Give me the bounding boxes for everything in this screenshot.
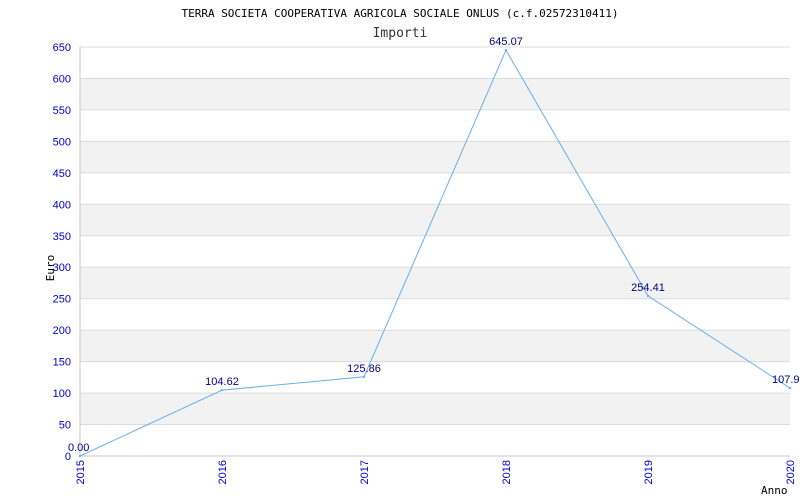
x-tick-label: 2019 [643, 460, 655, 484]
chart-title: TERRA SOCIETA COOPERATIVA AGRICOLA SOCIA… [181, 7, 618, 20]
x-tick-label: 2015 [75, 460, 87, 484]
data-point [78, 454, 82, 458]
y-tick-label: 150 [53, 357, 71, 369]
data-label: 107.93 [772, 374, 800, 386]
x-tick-label: 2018 [501, 460, 513, 484]
x-tick-label: 2017 [359, 460, 371, 484]
data-label: 125.86 [347, 363, 381, 375]
x-tick-label: 2016 [217, 460, 229, 484]
y-tick-label: 100 [53, 388, 71, 400]
data-label: 0.00 [68, 442, 89, 454]
y-tick-label: 550 [53, 105, 71, 117]
data-label: 254.41 [631, 282, 665, 294]
y-axis-label: Euro [44, 255, 57, 282]
y-tick-label: 400 [53, 199, 71, 211]
plot-bands [80, 78, 790, 425]
chart-subtitle: Importi [373, 26, 428, 41]
y-tick-labels: 050100150200250300350400450500550600650 [53, 42, 71, 463]
x-tick-label: 2020 [785, 460, 797, 484]
plot-band [80, 330, 790, 362]
x-axis-label: Anno [761, 484, 788, 497]
y-tick-label: 500 [53, 136, 71, 148]
x-tick-labels: 2015 2016 2017 2018 2019 2020 [75, 460, 797, 484]
data-point [504, 48, 508, 52]
plot-band [80, 267, 790, 299]
y-tick-label: 50 [59, 420, 71, 432]
y-tick-label: 250 [53, 294, 71, 306]
data-point [788, 386, 792, 390]
y-tick-label: 650 [53, 42, 71, 54]
plot-band [80, 141, 790, 173]
y-tick-label: 350 [53, 231, 71, 243]
plot-band [80, 393, 790, 425]
plot-band [80, 204, 790, 236]
y-tick-label: 450 [53, 168, 71, 180]
data-label: 104.62 [205, 376, 239, 388]
plot-band [80, 78, 790, 110]
y-tick-label: 200 [53, 325, 71, 337]
data-label: 645.07 [489, 36, 523, 48]
data-point [646, 294, 650, 298]
data-point [220, 388, 224, 392]
data-point [362, 375, 366, 379]
chart: 050100150200250300350400450500550600650 … [44, 7, 800, 497]
y-tick-label: 600 [53, 73, 71, 85]
